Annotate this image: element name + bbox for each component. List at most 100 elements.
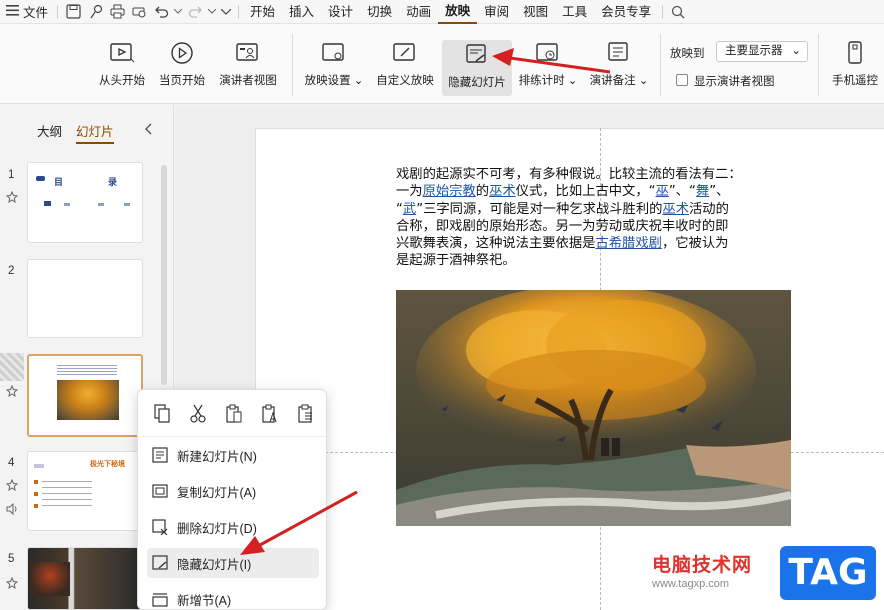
chevron-down-icon[interactable] [218,1,234,23]
slide-thumbnail-3[interactable] [27,354,143,437]
print-icon[interactable] [106,1,128,23]
monitor-select[interactable]: 主要显示器 ⌄ [716,41,808,62]
tab-review[interactable]: 审阅 [477,0,516,24]
text-run: 戏剧的起源实不可考，有多种假说。比较主流的看法有二： [396,167,742,182]
hyperlink[interactable]: 巫术 [662,202,689,217]
hidden-slide-marker [0,353,24,381]
redo-icon[interactable] [184,1,206,23]
custom-show-button[interactable]: 自定义放映 [373,38,437,94]
hyperlink[interactable]: 巫 [656,184,669,199]
share-icon[interactable] [84,1,106,23]
copy-icon[interactable] [150,402,174,426]
undo-icon[interactable] [150,1,172,23]
paste-special-icon[interactable] [294,402,318,426]
tab-outline[interactable]: 大纲 [37,121,62,144]
menu-item-label: 删除幻灯片(D) [177,521,257,536]
speaker-notes-button[interactable]: 演讲备注 ⌄ [588,38,650,94]
star-icon[interactable] [5,478,19,494]
chevron-down-icon[interactable] [172,1,184,23]
tab-design[interactable]: 设计 [321,0,360,24]
tab-view[interactable]: 视图 [516,0,555,24]
cut-icon[interactable] [186,402,210,426]
duplicate-slide-icon [151,482,169,500]
tab-tools[interactable]: 工具 [555,0,594,24]
slide-number: 1 [8,169,15,181]
menu-item-label: 新建幻灯片(N) [177,449,257,464]
divider [818,34,819,96]
from-start-label: 从头开始 [99,75,145,87]
menu-item-new-section[interactable]: 新增节(A) [147,584,319,610]
hyperlink[interactable]: 巫术 [489,184,516,199]
watermark-site-name: 电脑技术网 [652,554,753,576]
phone-remote-label: 手机遥控 [832,75,878,87]
menu-item-label: 隐藏幻灯片(I) [177,557,252,572]
menu-item-hide-slide[interactable]: 隐藏幻灯片(I) [147,548,319,578]
menu-item-new-slide[interactable]: 新建幻灯片(N) [147,440,319,470]
star-icon[interactable] [5,384,19,400]
presenter-view-button[interactable]: 演讲者视图 [216,38,280,94]
slide-thumbnail-5[interactable] [27,547,143,610]
tab-transitions[interactable]: 切换 [360,0,399,24]
menu-item-delete-slide[interactable]: 删除幻灯片(D) [147,512,319,542]
hamburger-icon [6,4,19,19]
slide-text-box[interactable]: 戏剧的起源实不可考，有多种假说。比较主流的看法有二： 一为原始宗教的巫术仪式，比如… [396,166,770,270]
text-run: 活动的 [689,201,729,217]
thumb-bullet [64,203,70,206]
rehearse-timings-label: 排练计时 ⌄ [518,75,578,87]
slide-painting[interactable] [396,290,791,526]
hyperlink[interactable]: 原始宗教 [423,184,476,199]
text-run: ”、“ [668,184,696,200]
divider [292,34,293,96]
file-menu[interactable]: 文件 [0,0,53,24]
hyperlink[interactable]: 古希腊戏剧 [595,236,661,251]
context-menu: 新建幻灯片(N) 复制幻灯片(A) 删除幻灯片(D) 隐藏幻灯片(I) 新增节(… [137,389,327,610]
tab-home[interactable]: 开始 [243,0,282,24]
thumb-bullet [44,201,51,206]
from-current-button[interactable]: 当页开始 [156,38,208,94]
new-section-icon [151,590,169,608]
tab-slideshow[interactable]: 放映 [438,0,478,24]
thumb-title-marker [36,176,45,181]
text-run: ，它被认为 [661,236,729,252]
slide-text-line: 是起源于酒神祭祀。 [396,252,770,269]
chevron-down-icon: ⌄ [791,45,801,57]
panel-scrollbar[interactable] [161,165,167,385]
watermark-tag-logo: TAG [780,546,876,600]
slide-thumbnail-1[interactable]: 目 录 [27,162,143,243]
show-settings-button[interactable]: 放映设置 ⌄ [303,38,365,94]
tab-membership[interactable]: 会员专享 [594,0,658,24]
menu-item-duplicate-slide[interactable]: 复制幻灯片(A) [147,476,319,506]
hyperlink[interactable]: 舞 [696,184,709,199]
slide-thumbnail-2[interactable] [27,259,143,338]
thumb-bullet [34,480,38,484]
print-preview-icon[interactable] [128,1,150,23]
divider [660,34,661,96]
audio-icon[interactable] [6,502,18,518]
phone-remote-button[interactable]: 手机遥控 [828,38,882,94]
save-icon[interactable] [62,1,84,23]
chevron-down-icon[interactable] [206,1,218,23]
rehearse-timings-button[interactable]: 排练计时 ⌄ [518,38,578,94]
star-icon[interactable] [5,576,19,592]
collapse-panel-icon[interactable] [144,123,152,138]
tab-insert[interactable]: 插入 [282,0,321,24]
hyperlink[interactable]: 武 [403,202,416,217]
show-to-label: 放映到 [670,48,705,60]
star-icon[interactable] [5,190,19,206]
tab-slides[interactable]: 幻灯片 [76,121,114,144]
paste-text-icon[interactable] [258,402,282,426]
hide-slide-button[interactable]: 隐藏幻灯片 [442,40,512,96]
search-icon[interactable] [667,1,689,23]
divider [138,436,326,437]
thumb-text-lines [42,480,92,510]
slide-thumbnail-4[interactable]: 极光下秘境 [27,451,143,531]
play-from-start-icon [107,38,137,68]
from-start-button[interactable]: 从头开始 [96,38,148,94]
hide-slide-icon [462,40,492,70]
menu-item-label: 新增节(A) [177,593,232,608]
show-presenter-checkbox[interactable] [676,74,688,86]
panel-tabs: 大纲 幻灯片 [37,121,114,144]
tab-animations[interactable]: 动画 [399,0,438,24]
paste-icon[interactable] [222,402,246,426]
show-presenter-label: 显示演讲者视图 [694,76,775,88]
